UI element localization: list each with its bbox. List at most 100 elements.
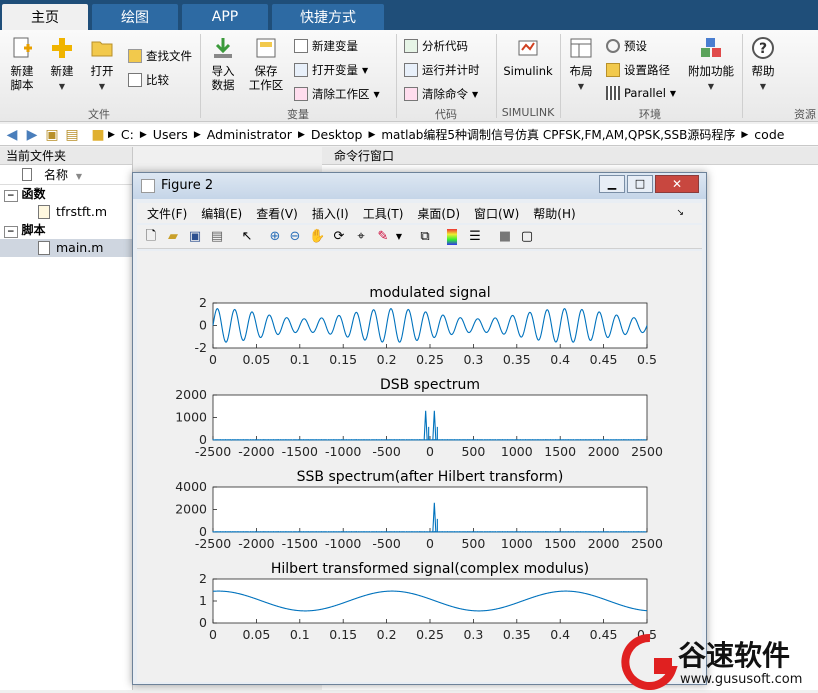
run-and-time-label: 运行并计时: [422, 63, 480, 77]
file-item-tfrstft[interactable]: tfrstft.m: [0, 203, 132, 221]
close-icon[interactable]: ✕: [655, 175, 699, 193]
x-tick-label: 0.3: [463, 627, 483, 642]
new-variable-button[interactable]: 新建变量: [294, 38, 358, 54]
save-icon[interactable]: ▣: [187, 229, 203, 245]
clear-workspace-button[interactable]: 清除工作区 ▼: [294, 86, 380, 102]
open-variable-label: 打开变量: [312, 63, 358, 77]
breadcrumb-code[interactable]: code: [754, 127, 784, 142]
save-workspace-label: 保存 工作区: [248, 64, 284, 92]
parallel-button[interactable]: Parallel ▼: [606, 86, 676, 100]
x-tick-label: -500: [372, 444, 400, 459]
run-and-time-button[interactable]: 运行并计时: [404, 62, 480, 78]
browse-folder-icon[interactable]: ▤: [64, 127, 80, 143]
menu-insert[interactable]: 插入(I): [312, 205, 349, 222]
chevron-right-icon: ▶: [297, 129, 305, 140]
x-tick-label: 1500: [544, 444, 576, 459]
figure-title-bar[interactable]: Figure 2 ▁ □ ✕: [133, 173, 706, 199]
x-tick-label: 1000: [501, 536, 533, 551]
address-bar: ◀ ▶ ▣ ▤ ■ ▶ C: ▶ Users ▶ Administrator ▶…: [0, 124, 818, 146]
open-button[interactable]: 打开 ▼: [86, 36, 118, 94]
hide-tools-icon[interactable]: ■: [497, 229, 513, 245]
menu-view[interactable]: 查看(V): [256, 205, 298, 222]
set-path-button[interactable]: 设置路径: [606, 62, 670, 78]
x-tick-label: -1500: [282, 536, 318, 551]
file-item-main[interactable]: main.m: [0, 239, 132, 257]
open-variable-button[interactable]: 打开变量 ▼: [294, 62, 368, 78]
find-files-button[interactable]: 查找文件: [128, 48, 192, 64]
colorbar-icon[interactable]: [447, 229, 457, 245]
back-arrow-icon[interactable]: ◀: [4, 127, 20, 143]
save-workspace-button[interactable]: 保存 工作区: [246, 36, 286, 92]
help-button[interactable]: ? 帮助 ▼: [748, 36, 778, 94]
menu-file[interactable]: 文件(F): [147, 205, 187, 222]
breadcrumb-administrator[interactable]: Administrator: [207, 127, 292, 142]
show-tools-icon[interactable]: ▢: [519, 229, 535, 245]
data-cursor-icon[interactable]: ⌖: [353, 229, 369, 245]
compare-label: 比较: [146, 73, 169, 87]
chevron-down-icon: ▼: [362, 65, 369, 75]
pointer-icon[interactable]: ↖: [239, 229, 255, 245]
menu-edit[interactable]: 编辑(E): [201, 205, 242, 222]
new-button[interactable]: 新建 ▼: [46, 36, 78, 94]
current-folder-panel: 当前文件夹 名称 ▼ − 函数 tfrstft.m − 脚本 main.m: [0, 147, 133, 690]
preferences-button[interactable]: 预设: [606, 38, 647, 54]
print-icon[interactable]: ▤: [209, 229, 225, 245]
clear-commands-icon: [404, 87, 418, 101]
menu-tools[interactable]: 工具(T): [363, 205, 404, 222]
forward-arrow-icon[interactable]: ▶: [24, 127, 40, 143]
x-tick-label: 0.1: [290, 352, 310, 367]
figure-toolbar: 🗋 ▰ ▣ ▤ ↖ ⊕ ⊖ ✋ ⟳ ⌖ ✎ ▼ ⧉ ☰ ■ ▢: [137, 225, 702, 249]
brush-icon[interactable]: ✎: [375, 229, 391, 245]
new-script-button[interactable]: 新建 脚本: [6, 36, 38, 92]
column-header[interactable]: 名称 ▼: [0, 165, 132, 185]
import-data-button[interactable]: 导入 数据: [206, 36, 240, 92]
layout-button[interactable]: 布局 ▼: [566, 36, 596, 94]
zoom-out-icon[interactable]: ⊖: [287, 229, 303, 245]
x-tick-label: -1000: [325, 536, 361, 551]
legend-icon[interactable]: ☰: [467, 229, 483, 245]
chevron-down-icon[interactable]: ▼: [391, 229, 407, 245]
maximize-icon[interactable]: □: [627, 175, 653, 193]
breadcrumb-users[interactable]: Users: [153, 127, 188, 142]
breadcrumb-desktop[interactable]: Desktop: [311, 127, 363, 142]
tab-plots[interactable]: 绘图: [92, 4, 178, 30]
pan-hand-icon[interactable]: ✋: [309, 229, 325, 245]
figure-window[interactable]: Figure 2 ▁ □ ✕ 文件(F) 编辑(E) 查看(V) 插入(I) 工…: [132, 172, 707, 685]
tab-apps[interactable]: APP: [182, 4, 268, 30]
compare-icon: [128, 73, 142, 87]
x-tick-label: 0.15: [329, 627, 357, 642]
breadcrumb-c[interactable]: C:: [121, 127, 134, 142]
x-tick-label: 0.5: [637, 352, 657, 367]
compare-button[interactable]: 比较: [128, 72, 169, 88]
clear-commands-button[interactable]: 清除命令 ▼: [404, 86, 478, 102]
x-tick-label: 0.15: [329, 352, 357, 367]
chevron-down-icon: ▼: [669, 88, 677, 98]
minimize-icon[interactable]: ▁: [599, 175, 625, 193]
tab-home[interactable]: 主页: [2, 4, 88, 30]
ribbon-tab-bar: 主页 绘图 APP 快捷方式: [0, 0, 818, 30]
x-tick-label: 500: [461, 444, 485, 459]
menu-window[interactable]: 窗口(W): [474, 205, 519, 222]
new-script-label: 新建 脚本: [10, 64, 34, 92]
group-label-variable: 变量: [287, 108, 309, 121]
group-scripts[interactable]: − 脚本: [0, 221, 132, 239]
dock-arrow-icon[interactable]: ↘: [676, 208, 684, 218]
group-functions[interactable]: − 函数: [0, 185, 132, 203]
file-icon: [22, 168, 32, 181]
menu-desktop[interactable]: 桌面(D): [417, 205, 460, 222]
y-tick-label: 2000: [175, 387, 207, 402]
link-plot-icon[interactable]: ⧉: [417, 229, 433, 245]
new-figure-icon[interactable]: 🗋: [143, 229, 159, 245]
breadcrumb-project[interactable]: matlab编程5种调制信号仿真 CPFSK,FM,AM,QPSK,SSB源码程…: [381, 126, 735, 143]
tab-shortcuts[interactable]: 快捷方式: [272, 4, 384, 30]
open-file-icon[interactable]: ▰: [165, 229, 181, 245]
add-ons-button[interactable]: 附加功能 ▼: [688, 36, 734, 94]
simulink-button[interactable]: Simulink: [502, 36, 554, 78]
folder-icon: [91, 41, 113, 57]
zoom-in-icon[interactable]: ⊕: [267, 229, 283, 245]
analyze-code-button[interactable]: 分析代码: [404, 38, 468, 54]
simulink-icon: [518, 40, 538, 56]
rotate-icon[interactable]: ⟳: [331, 229, 347, 245]
menu-help[interactable]: 帮助(H): [533, 205, 575, 222]
up-folder-icon[interactable]: ▣: [44, 127, 60, 143]
